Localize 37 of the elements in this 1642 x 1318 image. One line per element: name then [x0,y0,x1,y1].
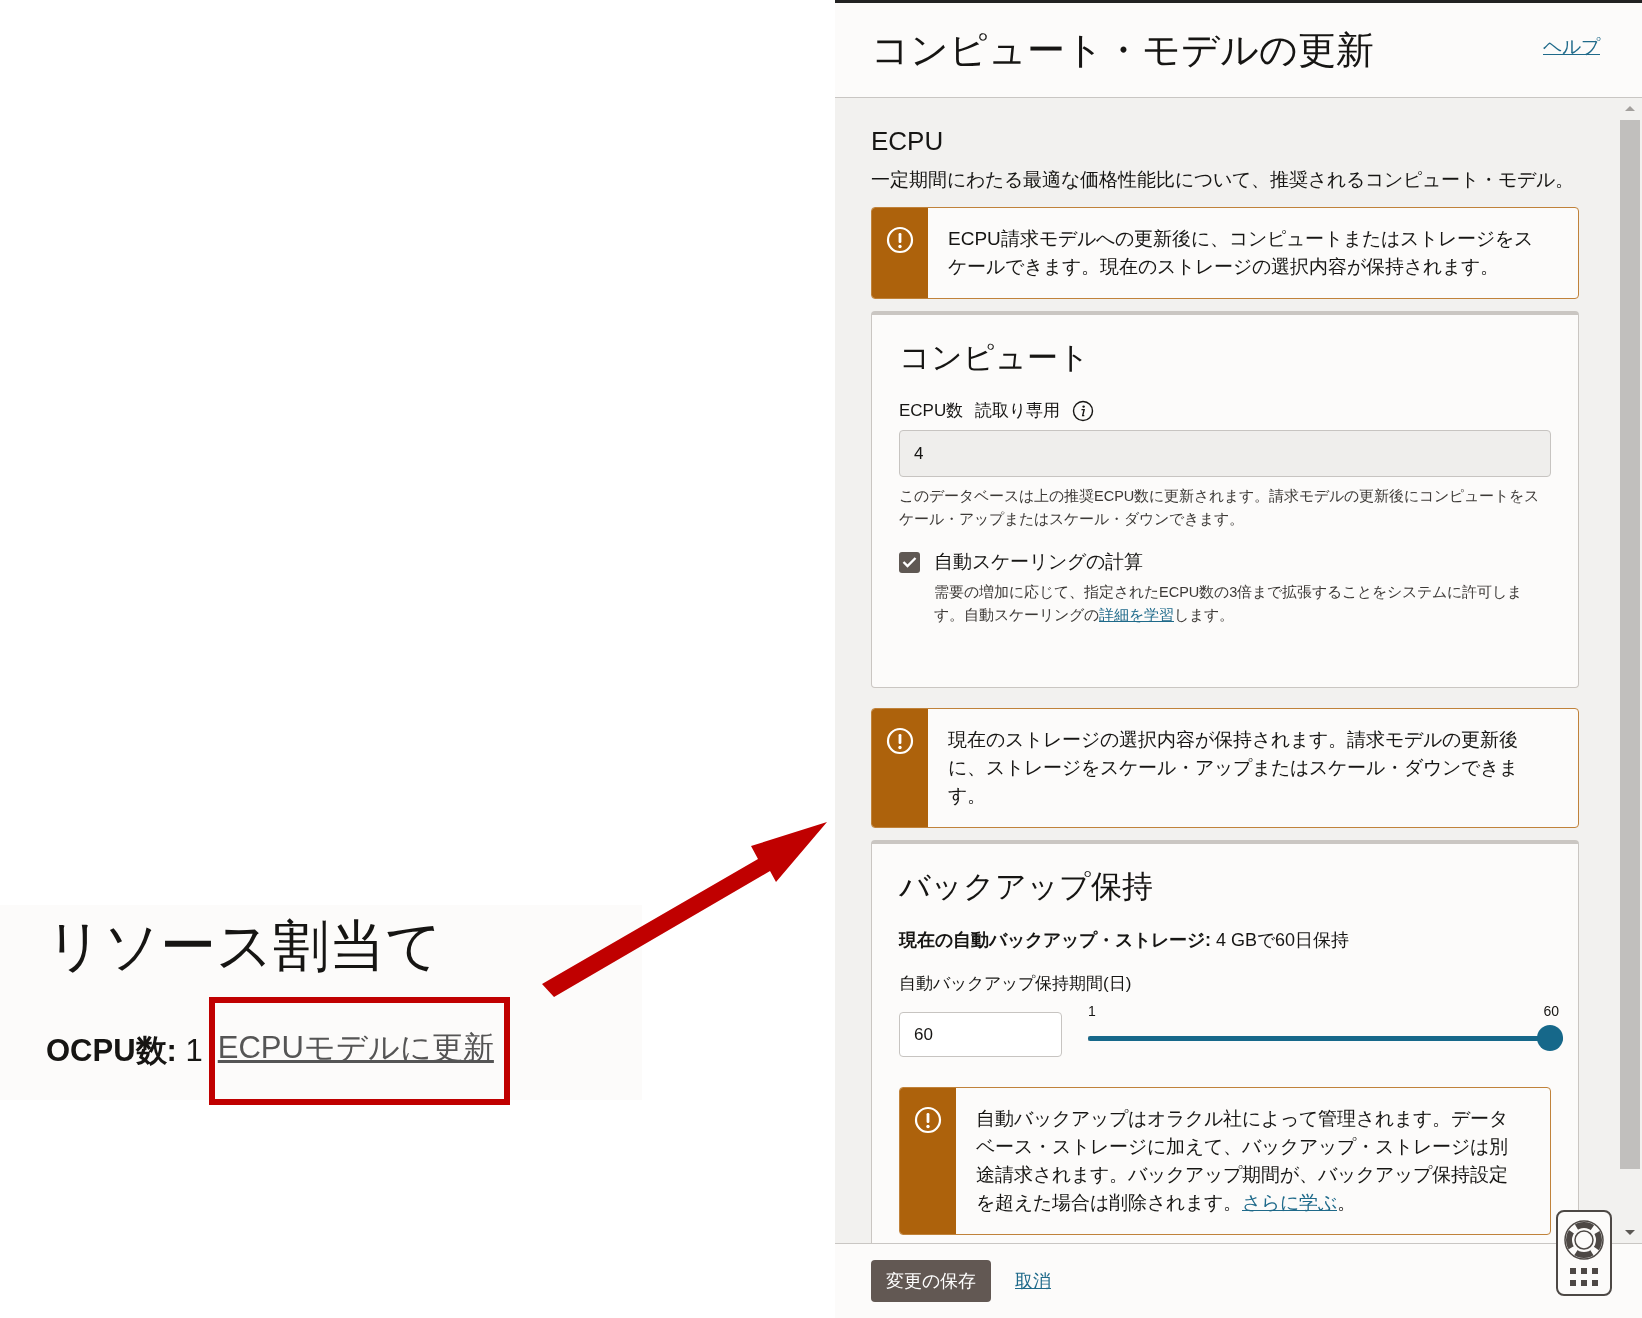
checkbox-label: 自動スケーリングの計算 [934,550,1143,574]
section-title: ECPU [871,126,945,157]
info-icon[interactable] [1072,399,1095,422]
ocpu-count-text: OCPU数: 1 [46,1032,203,1070]
alert-text: 現在のストレージの選択内容が保持されます。請求モデルの更新後に、ストレージをスケール・アップまたはスケール・ダウンできます。 [948,729,1518,806]
field-label: 自動バックアップ保持期間(日) [899,973,1132,995]
update-model-link[interactable]: ECPUモデルに更新 [217,1030,494,1065]
help-link[interactable]: ヘルプ [1543,34,1600,60]
card-title: コンピュート [899,339,1091,377]
learn-more-link[interactable]: さらに学ぶ [1242,1192,1337,1213]
cancel-link[interactable]: 取消 [1015,1269,1051,1293]
slider-min-label: 1 [1088,1003,1096,1019]
card-title: バックアップ保持 [899,868,1154,906]
field-help-text: このデータベースは上の推奨ECPU数に更新されます。請求モデルの更新後にコンピュートをスケール・アップまたはスケール・ダウンできます。 [899,487,1541,529]
section-description: 一定期間にわたる最適な価格性能比について、推奨されるコンピュート・モデル。 [871,168,1575,192]
warning-icon [914,1106,942,1134]
warning-icon [886,727,914,755]
backup-storage-text: 現在の自動バックアップ・ストレージ: 4 GBで60日保持 [899,929,1351,952]
lifebuoy-icon [1564,1220,1604,1260]
auto-scaling-checkbox[interactable] [899,551,920,573]
checkbox-description: 需要の増加に応じて、指定されたECPU数の3倍まで拡張することをシステムに許可します。自動スケーリングの詳細を学習 します。 [934,583,1524,625]
grid-dots-icon [1570,1268,1598,1286]
learn-more-link[interactable]: 詳細を学習 [1099,607,1174,623]
read-only-label: 読取り専用 [975,400,1061,422]
section-heading: リソース割当て [46,913,443,979]
slider-handle[interactable] [1537,1025,1563,1051]
ecpu-count-field[interactable]: 4 [899,430,1551,477]
alert-text: 自動バックアップはオラクル社によって管理されます。データベース・ストレージに加えて、バックアップ・ストレージは別途請求されます。バックアップ期間が、バックアップ保持設定を超えた場合は削除されます。さらに学ぶ。 [976,1108,1508,1213]
field-label: ECPU数 [899,400,964,422]
warning-icon [886,226,914,254]
alert-text: ECPU請求モデルへの更新後に、コンピュートまたはストレージをスケールできます。現在のストレージの選択内容が保持されます。 [948,228,1533,277]
save-button[interactable]: 変更の保存 [871,1260,991,1302]
retention-days-field[interactable]: 60 [899,1012,1062,1057]
scroll-down-icon[interactable] [1624,1229,1636,1237]
panel-title: コンピュート・モデルの更新 [871,27,1374,73]
help-widget-button[interactable] [1556,1210,1612,1296]
slider-max-label: 60 [1543,1003,1559,1019]
